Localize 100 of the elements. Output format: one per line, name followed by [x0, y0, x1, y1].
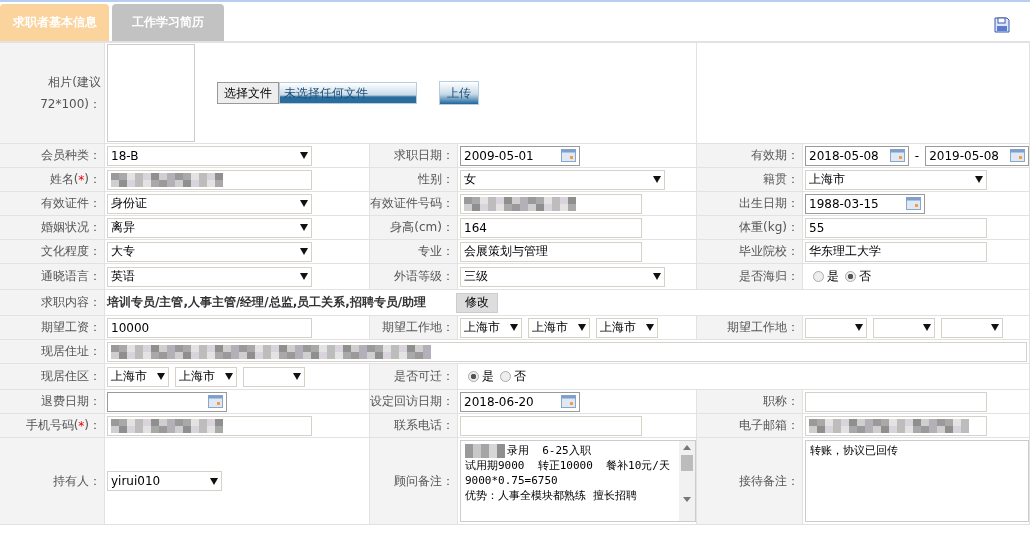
radio-label: 否 [859, 268, 871, 285]
caret-icon [923, 324, 931, 331]
caret-icon [300, 273, 308, 280]
field-label: 期望工作地： [370, 316, 458, 340]
caret-icon [510, 324, 518, 331]
field-label: 现居住址： [0, 340, 105, 364]
job-intent-text: 培训专员/主管,人事主管/经理/总监,员工关系,招聘专员/助理 [107, 294, 427, 311]
caret-icon [300, 200, 308, 207]
dropdown[interactable] [941, 317, 1003, 338]
text-field[interactable]: 164 [460, 217, 642, 238]
caret-icon [225, 373, 233, 380]
field-label: 专业： [370, 240, 458, 264]
field-label: 电子邮箱： [697, 414, 803, 438]
choose-file-button[interactable]: 选择文件 [217, 82, 279, 104]
caret-icon [653, 273, 661, 280]
caret-icon [300, 248, 308, 255]
field-label: 接待备注： [697, 438, 803, 525]
dropdown[interactable]: 上海市 [596, 317, 658, 338]
field-label: 外语等级： [370, 264, 458, 290]
dropdown[interactable]: 女 [460, 169, 665, 190]
caret-icon [157, 373, 165, 380]
calendar-icon[interactable] [561, 149, 576, 162]
dropdown[interactable]: 上海市 [460, 317, 522, 338]
field-label: 退费日期： [0, 390, 105, 414]
field-label: 体重(kg)： [697, 216, 803, 240]
radio-label: 是 [482, 368, 494, 385]
field-label: 职称： [697, 390, 803, 414]
radio-label: 是 [827, 268, 839, 285]
text-field[interactable] [107, 341, 1027, 362]
notes-field[interactable]: 录用 6-25入职 试用期9000 转正10000 餐补10元/天 9000*0.75=6750 优势：人事全模块都熟练 擅长招聘 [460, 440, 696, 522]
date-field[interactable]: 2018-06-20 [460, 391, 580, 412]
radio-button[interactable] [468, 371, 479, 382]
dropdown[interactable] [873, 317, 935, 338]
date-field[interactable]: 2019-05-08 [925, 145, 1029, 166]
field-label: 期望工资： [0, 316, 105, 340]
field-label: 期望工作地： [697, 316, 803, 340]
field-label: 求职日期： [370, 144, 458, 168]
dropdown[interactable]: 上海市 [528, 317, 590, 338]
caret-icon [300, 224, 308, 231]
field-label: 身高(cm)： [370, 216, 458, 240]
upload-button[interactable]: 上传 [439, 81, 479, 105]
radio-button[interactable] [500, 371, 511, 382]
text-field[interactable] [805, 415, 987, 436]
field-label: 毕业院校： [697, 240, 803, 264]
dropdown[interactable]: 18-B [107, 145, 312, 166]
date-field[interactable] [107, 391, 227, 412]
save-icon[interactable] [994, 17, 1010, 33]
caret-icon [210, 477, 218, 485]
calendar-icon[interactable] [906, 197, 921, 210]
file-status: 未选择任何文件 [279, 82, 417, 104]
field-label: 顾问备注： [370, 438, 458, 525]
text-field[interactable] [107, 415, 312, 436]
text-field[interactable] [460, 193, 642, 214]
text-field[interactable] [460, 415, 642, 436]
date-field[interactable]: 2018-05-08 [805, 145, 909, 166]
field-label: 联系电话： [370, 414, 458, 438]
field-label: 设定回访日期： [370, 390, 458, 414]
text-field[interactable] [107, 169, 312, 190]
text-field[interactable] [805, 391, 987, 412]
caret-icon [855, 324, 863, 331]
dropdown[interactable]: 英语 [107, 266, 312, 287]
text-field[interactable]: 55 [805, 217, 987, 238]
dropdown[interactable] [243, 366, 305, 387]
text-field[interactable]: 华东理工大学 [805, 241, 987, 262]
date-field[interactable]: 1988-03-15 [805, 193, 925, 214]
date-field[interactable]: 2009-05-01 [460, 145, 580, 166]
notes-field[interactable]: 转账，协议已回传 [805, 440, 1029, 522]
caret-icon [991, 324, 999, 331]
dropdown[interactable]: 离异 [107, 217, 312, 238]
dropdown[interactable]: 上海市 [107, 366, 169, 387]
note-line: 转账，协议已回传 [810, 443, 899, 458]
text-field[interactable]: 10000 [107, 317, 312, 338]
radio-label: 否 [514, 368, 526, 385]
dropdown[interactable]: 身份证 [107, 193, 312, 214]
calendar-icon[interactable] [208, 395, 223, 408]
field-label: 求职内容： [0, 290, 105, 316]
calendar-icon[interactable] [1010, 149, 1025, 162]
dropdown[interactable]: 上海市 [175, 366, 237, 387]
dropdown[interactable]: 上海市 [805, 169, 987, 190]
calendar-icon[interactable] [561, 395, 576, 408]
field-label: 会员种类： [0, 144, 105, 168]
range-separator: - [914, 148, 920, 163]
text-field[interactable]: 会展策划与管理 [460, 241, 642, 262]
calendar-icon[interactable] [889, 149, 905, 162]
dropdown[interactable]: 三级 [460, 266, 665, 287]
radio-button[interactable] [845, 271, 856, 282]
field-label: 有效证件： [0, 192, 105, 216]
field-label: 文化程度： [0, 240, 105, 264]
scrollbar[interactable] [679, 441, 695, 521]
field-label: 手机号码(*)： [0, 414, 105, 438]
dropdown[interactable]: yirui010 [107, 471, 222, 491]
caret-icon [646, 324, 654, 331]
note-line: 9000*0.75=6750 [465, 473, 559, 488]
dropdown[interactable]: 大专 [107, 241, 312, 262]
radio-button[interactable] [813, 271, 824, 282]
dropdown[interactable] [805, 317, 867, 338]
field-label: 是否可迁： [370, 364, 458, 390]
caret-icon [578, 324, 586, 331]
field-label: 相片(建议72*100)： [0, 43, 105, 144]
edit-button[interactable]: 修改 [456, 292, 499, 313]
